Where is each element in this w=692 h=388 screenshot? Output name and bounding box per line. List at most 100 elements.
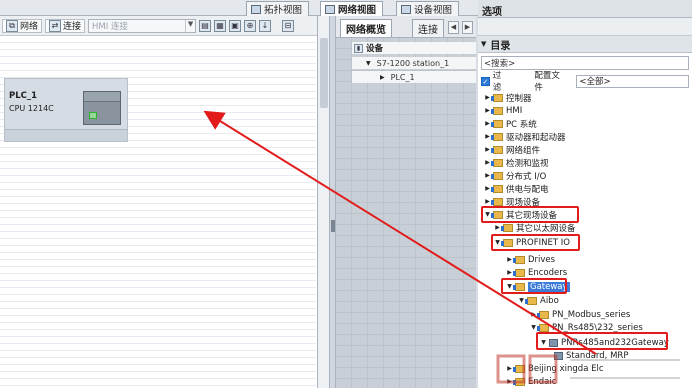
profinet-port-icon[interactable] [89,112,97,119]
tree-item-pc-systems[interactable]: ▶ PC 系统 [484,117,537,130]
tree-item-distributed-io[interactable]: ▶ 分布式 I/O [484,169,546,182]
expand-right-icon[interactable]: ▶ [484,146,491,153]
network-graphic-area[interactable]: ⧉ 网络 ⇄ 连接 HMI 连接 ▼ ▤ ▦ ▣ ⊕ ↓ ⊟ PLC_1 CPU… [0,16,318,388]
expand-right-icon[interactable]: ▶ [484,198,491,205]
collapse-arrow-icon[interactable] [331,220,335,232]
tree-item-label: 控制器 [506,93,532,104]
tree-item-pn-modbus-series[interactable]: ▶ PN_Modbus_series [530,308,630,321]
tree-item-controllers[interactable]: ▶ 控制器 [484,91,532,104]
folder-icon [491,158,503,167]
expand-right-icon[interactable]: ▶ [506,269,513,276]
tree-item-power-supply[interactable]: ▶ 供电与配电 [484,182,549,195]
tree-item-detect-monitor[interactable]: ▶ 检测和监视 [484,156,549,169]
tree-item-label: Drives [528,254,556,265]
tab-scroll-left-icon[interactable]: ◀ [448,21,459,34]
tree-item-label: 其它以太网设备 [516,223,576,234]
highlight-other-field-devices [481,206,579,223]
overview-column-header: ▮ 设备 [352,42,476,54]
profile-value: <全部> [579,77,611,87]
expand-right-icon[interactable]: ▶ [506,256,513,263]
overview-table: ▮ 设备 ▼ S7-1200 station_1 ▶ PLC_1 [336,38,476,388]
expand-right-icon[interactable]: ▶ [484,120,491,127]
tab-device-label: 设备视图 [414,5,453,16]
tree-item-label: 供电与配电 [506,184,549,195]
tree-item-network-components[interactable]: ▶ 网络组件 [484,143,540,156]
topology-icon [251,4,261,14]
expand-right-icon[interactable]: ▶ [530,311,537,318]
device-column-icon: ▮ [354,43,363,53]
properties-icon[interactable]: ▤ [199,19,212,32]
table-icon[interactable]: ▦ [214,19,227,32]
connection-mode-icon: ⇄ [49,19,62,32]
layout-icon[interactable]: ⊟ [282,19,295,32]
folder-icon [491,106,503,115]
tab-network-view[interactable]: 网络视图 [320,1,384,16]
plc-cpu-type: CPU 1214C [9,104,54,113]
tab-connections[interactable]: 连接 [412,19,444,37]
expand-down-icon[interactable]: ▼ [530,324,537,331]
options-spacer [478,18,692,36]
tab-scroll-right-icon[interactable]: ▶ [462,21,473,34]
tab-network-overview[interactable]: 网络概览 [340,19,392,37]
profile-select[interactable]: <全部> [576,74,690,88]
tree-item-hmi[interactable]: ▶ HMI [484,104,522,117]
plc-device-card[interactable]: PLC_1 CPU 1214C [4,78,128,142]
expand-right-icon[interactable]: ▶ [380,74,385,81]
network-overview-panel: 网络概览 连接 ◀ ▶ ▮ 设备 ▼ S7-1200 station_1 ▶ P… [336,16,476,388]
tree-item-label: 驱动器和起动器 [506,132,566,143]
connection-type-value: HMI 连接 [92,21,128,32]
expand-right-icon[interactable]: ▶ [484,107,491,114]
catalog-title: 目录 [490,40,511,52]
expand-right-icon[interactable]: ▶ [484,172,491,179]
overview-tabs: 网络概览 连接 ◀ ▶ [336,16,476,38]
connection-mode-button[interactable]: ⇄ 连接 [45,18,86,33]
network-mode-button[interactable]: ⧉ 网络 [2,18,43,33]
tree-item-label: Aibo [540,295,559,306]
catalog-collapse-icon[interactable]: ▼ [481,40,486,48]
tree-item-label: 网络组件 [506,145,541,156]
options-title: 选项 [478,0,692,18]
expand-right-icon[interactable]: ▶ [494,224,501,231]
tree-item-drives[interactable]: ▶ Drives [506,253,555,266]
expand-right-icon[interactable]: ▶ [484,159,491,166]
tab-topology-view[interactable]: 拓扑视图 [246,1,310,16]
tab-device-view[interactable]: 设备视图 [396,1,460,16]
filter-label: 过滤 [492,71,502,93]
filter-checkbox[interactable]: ✓ [481,76,490,86]
folder-icon [513,255,525,264]
overview-row-label: S7-1200 station_1 [376,58,450,68]
download-icon[interactable]: ↓ [259,19,272,32]
folder-icon [491,171,503,180]
grid-icon[interactable]: ▣ [229,19,242,32]
folder-icon [491,119,503,128]
connection-mode-label: 连接 [63,22,82,32]
network-mode-label: 网络 [20,22,39,32]
expand-right-icon[interactable]: ▶ [484,185,491,192]
tree-item-label: PC 系统 [506,119,537,130]
folder-icon [491,145,503,154]
overview-row-station[interactable]: ▼ S7-1200 station_1 [352,57,476,69]
highlight-gateway [501,278,567,294]
profile-label: 配置文件 [534,71,560,93]
catalog-header[interactable]: ▼ 目录 [478,36,692,53]
folder-icon [501,223,513,232]
tree-item-aibo[interactable]: ▼ Aibo [518,294,559,307]
highlight-pnrs485and232gateway [536,332,668,350]
folder-icon [537,310,549,319]
graphic-vertical-scrollbar[interactable] [318,16,330,388]
expand-right-icon[interactable]: ▶ [484,133,491,140]
tree-item-drives-starters[interactable]: ▶ 驱动器和起动器 [484,130,566,143]
folder-icon [491,184,503,193]
folder-icon [491,93,503,102]
expand-right-icon[interactable]: ▶ [484,94,491,101]
folder-icon [537,323,549,332]
folder-icon [513,268,525,277]
connection-type-select[interactable]: HMI 连接 ▼ [88,18,197,33]
expand-down-icon[interactable]: ▼ [366,60,371,67]
catalog-search-input[interactable]: <搜索> [481,56,689,70]
plc-module-icon [83,91,121,125]
overview-row-plc[interactable]: ▶ PLC_1 [352,71,476,83]
zoom-icon[interactable]: ⊕ [244,19,257,32]
folder-icon [491,197,503,206]
expand-down-icon[interactable]: ▼ [518,297,525,304]
